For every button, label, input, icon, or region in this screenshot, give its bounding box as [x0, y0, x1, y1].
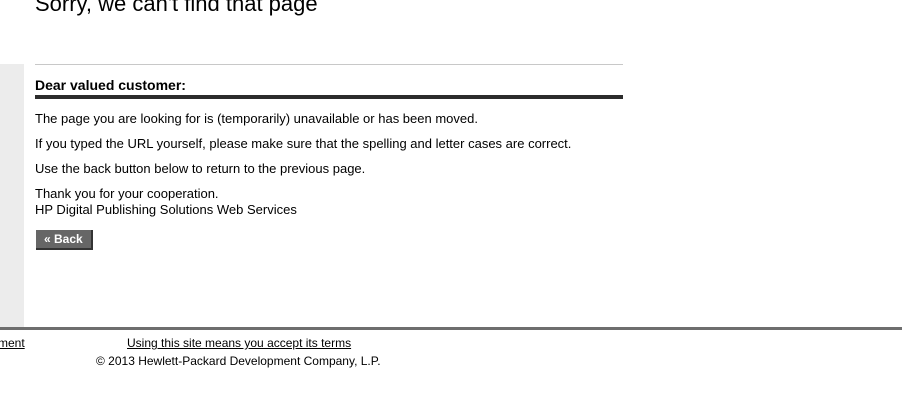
- left-rail: [0, 64, 24, 328]
- top-divider: [35, 64, 623, 65]
- heading-divider: [35, 95, 623, 99]
- message-paragraph: If you typed the URL yourself, please ma…: [35, 136, 572, 151]
- signature-text: HP Digital Publishing Solutions Web Serv…: [35, 202, 297, 217]
- message-paragraph: The page you are looking for is (tempora…: [35, 111, 478, 126]
- copyright-text: © 2013 Hewlett-Packard Development Compa…: [96, 354, 381, 368]
- message-paragraph: Use the back button below to return to t…: [35, 161, 366, 176]
- page-title: Sorry, we can't find that page: [35, 0, 318, 16]
- footer-link[interactable]: ment: [0, 336, 25, 350]
- greeting-heading: Dear valued customer:: [35, 77, 186, 93]
- footer-divider: [0, 327, 902, 330]
- back-button[interactable]: « Back: [36, 230, 93, 250]
- message-panel: Dear valued customer: The page you are l…: [35, 64, 623, 250]
- closing-block: Thank you for your cooperation. HP Digit…: [35, 186, 623, 218]
- page: Sorry, we can't find that page Dear valu…: [0, 0, 902, 416]
- terms-link[interactable]: Using this site means you accept its ter…: [127, 336, 351, 350]
- closing-text: Thank you for your cooperation.: [35, 186, 219, 201]
